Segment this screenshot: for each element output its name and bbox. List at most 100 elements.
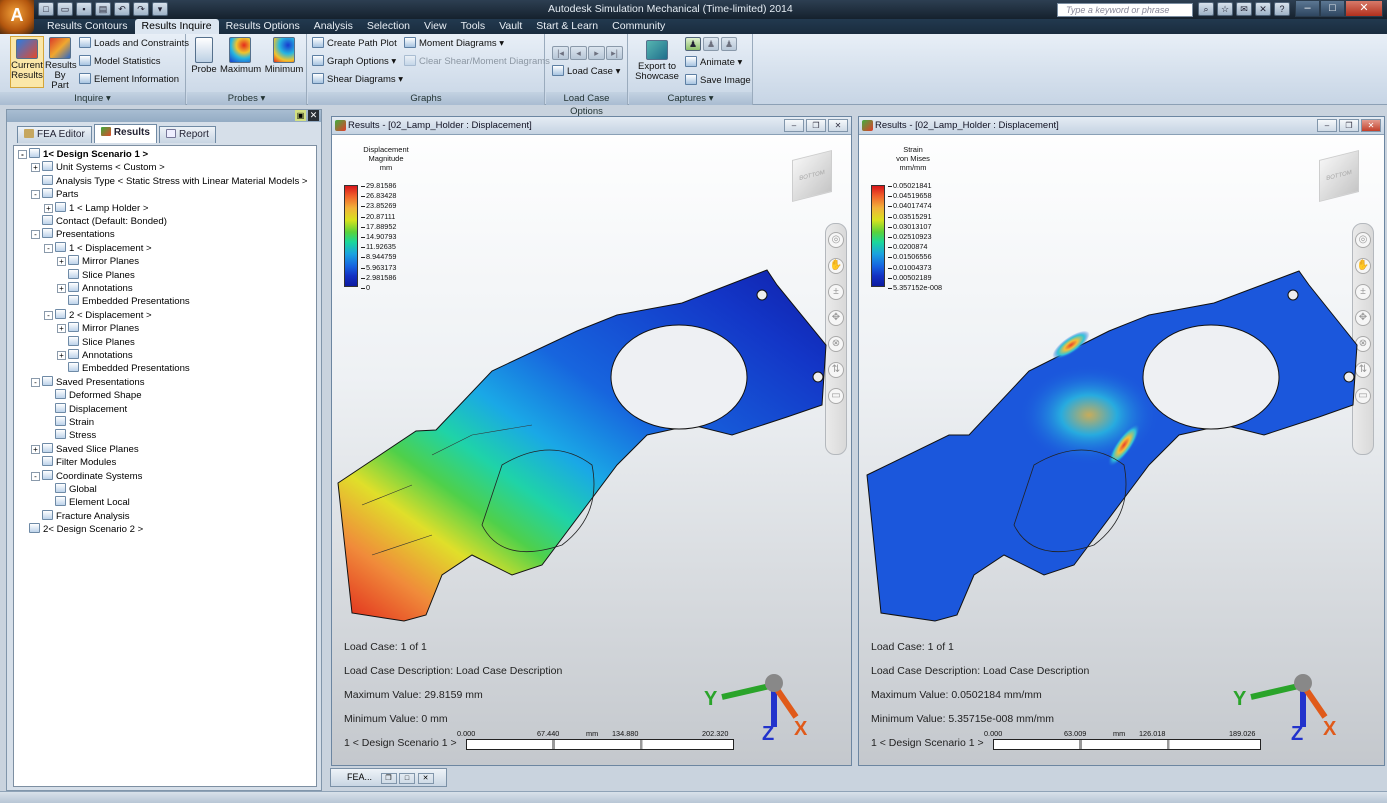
application-menu-button[interactable]: A [0,0,34,34]
maximum-button[interactable]: Maximum [220,37,261,75]
animate-pause-icon[interactable]: ♟ [703,37,719,51]
model-viewport[interactable] [859,135,1384,635]
shear-diagrams-button[interactable]: Shear Diagrams ▾ [312,73,403,87]
tab-report[interactable]: Report [158,126,216,143]
animate-play-icon[interactable]: ♟ [685,37,701,51]
tree-node[interactable]: + Annotations [57,349,133,362]
expand-icon[interactable]: + [31,163,40,173]
favorites-icon[interactable]: ✕ [1255,2,1271,16]
tree-node[interactable]: - Presentations [31,228,115,241]
next-step-icon[interactable]: ▸ [588,46,605,60]
tree-node[interactable]: + Saved Slice Planes [31,442,139,456]
tab-start-learn[interactable]: Start & Learn [529,19,605,34]
tab-selection[interactable]: Selection [360,19,417,34]
undo-icon[interactable]: ↶ [114,2,130,16]
results-window-strain[interactable]: Results - [02_Lamp_Holder : Displacement… [858,116,1385,766]
close-icon[interactable]: ✕ [417,773,434,784]
minimize-window-button[interactable]: – [1317,119,1337,132]
tab-results-options[interactable]: Results Options [219,19,307,34]
print-icon[interactable]: ▤ [95,2,111,16]
tree-node[interactable]: Strain [44,416,94,429]
binoculars-icon[interactable]: ⌕ [1198,2,1214,16]
tree-node[interactable]: Contact (Default: Bonded) [31,215,167,228]
model-statistics-button[interactable]: Model Statistics [79,55,161,69]
tree-node[interactable]: - 1 < Displacement > [44,241,152,255]
open-icon[interactable]: ▭ [57,2,73,16]
tree-node[interactable]: + Mirror Planes [57,322,139,335]
inquire-panel-title[interactable]: Inquire ▾ [0,92,185,105]
expand-icon[interactable]: + [57,284,66,293]
save-image-button[interactable]: Save Image [685,74,751,88]
minimize-window-button[interactable]: – [784,119,804,132]
minimum-button[interactable]: Minimum [263,37,305,75]
tree-node[interactable]: Slice Planes [57,335,135,349]
export-to-showcase-button[interactable]: Export to Showcase [633,40,681,82]
restore-window-button[interactable]: ❐ [806,119,826,132]
tree-node[interactable]: Displacement [44,402,127,416]
close-window-button[interactable]: ✕ [1361,119,1381,132]
tree-node[interactable]: Fracture Analysis [31,509,130,523]
element-information-button[interactable]: Element Information [79,73,179,87]
moment-diagrams-button[interactable]: Moment Diagrams ▾ [404,37,504,51]
tree-node[interactable]: Embedded Presentations [57,362,190,375]
tree-node[interactable]: Stress [44,429,96,442]
collapse-icon[interactable]: - [31,377,40,387]
tree-node[interactable]: - Parts [31,188,78,201]
collapse-icon[interactable]: - [18,150,27,159]
close-button[interactable]: ✕ [1345,0,1383,17]
expand-icon[interactable]: + [57,351,66,360]
results-window-displacement[interactable]: Results - [02_Lamp_Holder : Displacement… [331,116,852,766]
subscription-icon[interactable]: ☆ [1217,2,1233,16]
tree-node[interactable]: + Mirror Planes [57,255,139,268]
tree-node[interactable]: 2< Design Scenario 2 > [18,523,143,536]
expand-icon[interactable]: + [44,203,53,213]
expand-icon[interactable]: + [31,444,40,454]
expand-icon[interactable]: + [57,324,66,334]
tab-results[interactable]: Results [93,124,157,143]
close-window-button[interactable]: ✕ [828,119,848,132]
restore-window-button[interactable]: ❐ [1339,119,1359,132]
current-results-button[interactable]: Current Results [10,36,44,88]
restore-icon[interactable]: ❐ [380,773,397,784]
captures-panel-title[interactable]: Captures ▾ [629,92,752,105]
collapse-icon[interactable]: - [44,243,53,253]
create-path-plot-button[interactable]: Create Path Plot [312,37,397,51]
graph-options-button[interactable]: Graph Options ▾ [312,55,396,69]
tree-node[interactable]: - 1< Design Scenario 1 > [18,148,148,161]
pin-icon[interactable]: ▣ [295,110,306,121]
help-icon[interactable]: ? [1274,2,1290,16]
tree-node[interactable]: Filter Modules [31,456,116,469]
tab-analysis[interactable]: Analysis [307,19,360,34]
maximize-icon[interactable]: □ [399,773,416,784]
loads-constraints-button[interactable]: Loads and Constraints [79,37,189,51]
tree-node[interactable]: +1 < Lamp Holder > [44,201,148,215]
panel-close-icon[interactable]: ✕ [308,110,319,121]
model-viewport[interactable] [332,135,851,635]
window-titlebar[interactable]: Results - [02_Lamp_Holder : Displacement… [859,117,1384,135]
collapse-icon[interactable]: - [31,190,40,200]
expand-icon[interactable]: + [57,257,66,267]
tree-node[interactable]: - Coordinate Systems [31,469,142,483]
tree-node[interactable]: Analysis Type < Static Stress with Linea… [31,174,308,188]
tab-results-contours[interactable]: Results Contours [40,19,135,34]
results-by-part-button[interactable]: Results By Part [45,37,77,91]
customize-dropdown-icon[interactable]: ▾ [152,2,168,16]
communication-icon[interactable]: ✉ [1236,2,1252,16]
collapse-icon[interactable]: - [44,310,53,320]
redo-icon[interactable]: ↷ [133,2,149,16]
probes-panel-title[interactable]: Probes ▾ [187,92,306,105]
tree-node[interactable]: Slice Planes [57,268,135,282]
tree-node[interactable]: - Saved Presentations [31,375,145,389]
clear-shear-moment-button[interactable]: Clear Shear/Moment Diagrams [404,55,550,69]
tab-view[interactable]: View [417,19,454,34]
maximize-button[interactable]: □ [1320,0,1345,17]
tab-results-inquire[interactable]: Results Inquire [134,19,219,34]
probe-button[interactable]: Probe [190,37,218,75]
last-step-icon[interactable]: ▸| [606,46,623,60]
animate-button[interactable]: Animate ▾ [685,56,742,70]
tree-node[interactable]: Element Local [44,496,130,509]
previous-step-icon[interactable]: ◂ [570,46,587,60]
tab-fea-editor[interactable]: FEA Editor [17,126,92,143]
search-input[interactable]: Type a keyword or phrase [1057,3,1193,17]
tab-community[interactable]: Community [605,19,672,34]
